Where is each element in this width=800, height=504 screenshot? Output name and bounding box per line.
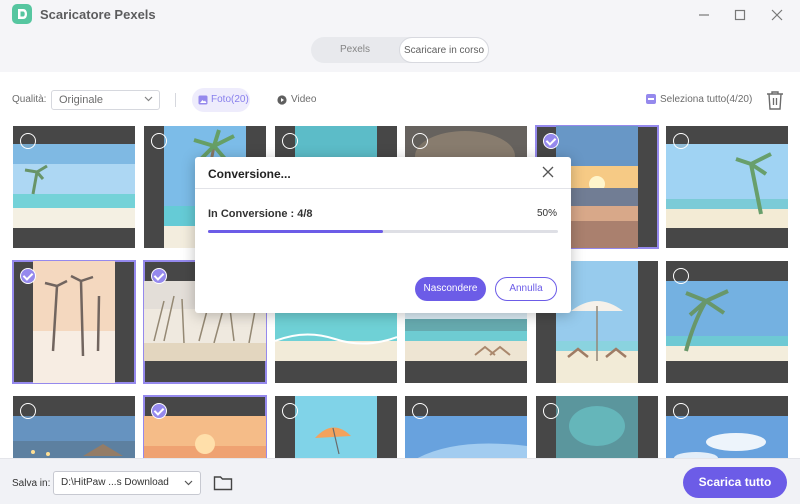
conversion-dialog: Conversione... In Conversione : 4/8 50% … [195,157,571,313]
dialog-divider [195,188,571,189]
progress-bar [208,230,558,233]
cancel-button[interactable]: Annulla [495,277,557,301]
save-path-select[interactable]: D:\HitPaw ...s Download [53,471,201,495]
folder-icon [213,476,233,491]
conversion-status: In Conversione : 4/8 [208,208,313,220]
save-location-label: Salva in: [12,478,51,489]
progress-percent: 50% [536,208,557,219]
progress-bar-fill [208,230,383,233]
footer: Salva in: D:\HitPaw ...s Download Scaric… [0,458,800,504]
open-folder-button[interactable] [213,474,233,492]
chevron-down-icon [184,480,193,486]
hide-button[interactable]: Nascondere [415,277,486,301]
dialog-title: Conversione... [208,167,291,181]
save-path-value: D:\HitPaw ...s Download [61,477,169,488]
download-all-button[interactable]: Scarica tutto [683,467,787,498]
close-icon[interactable] [541,165,555,179]
